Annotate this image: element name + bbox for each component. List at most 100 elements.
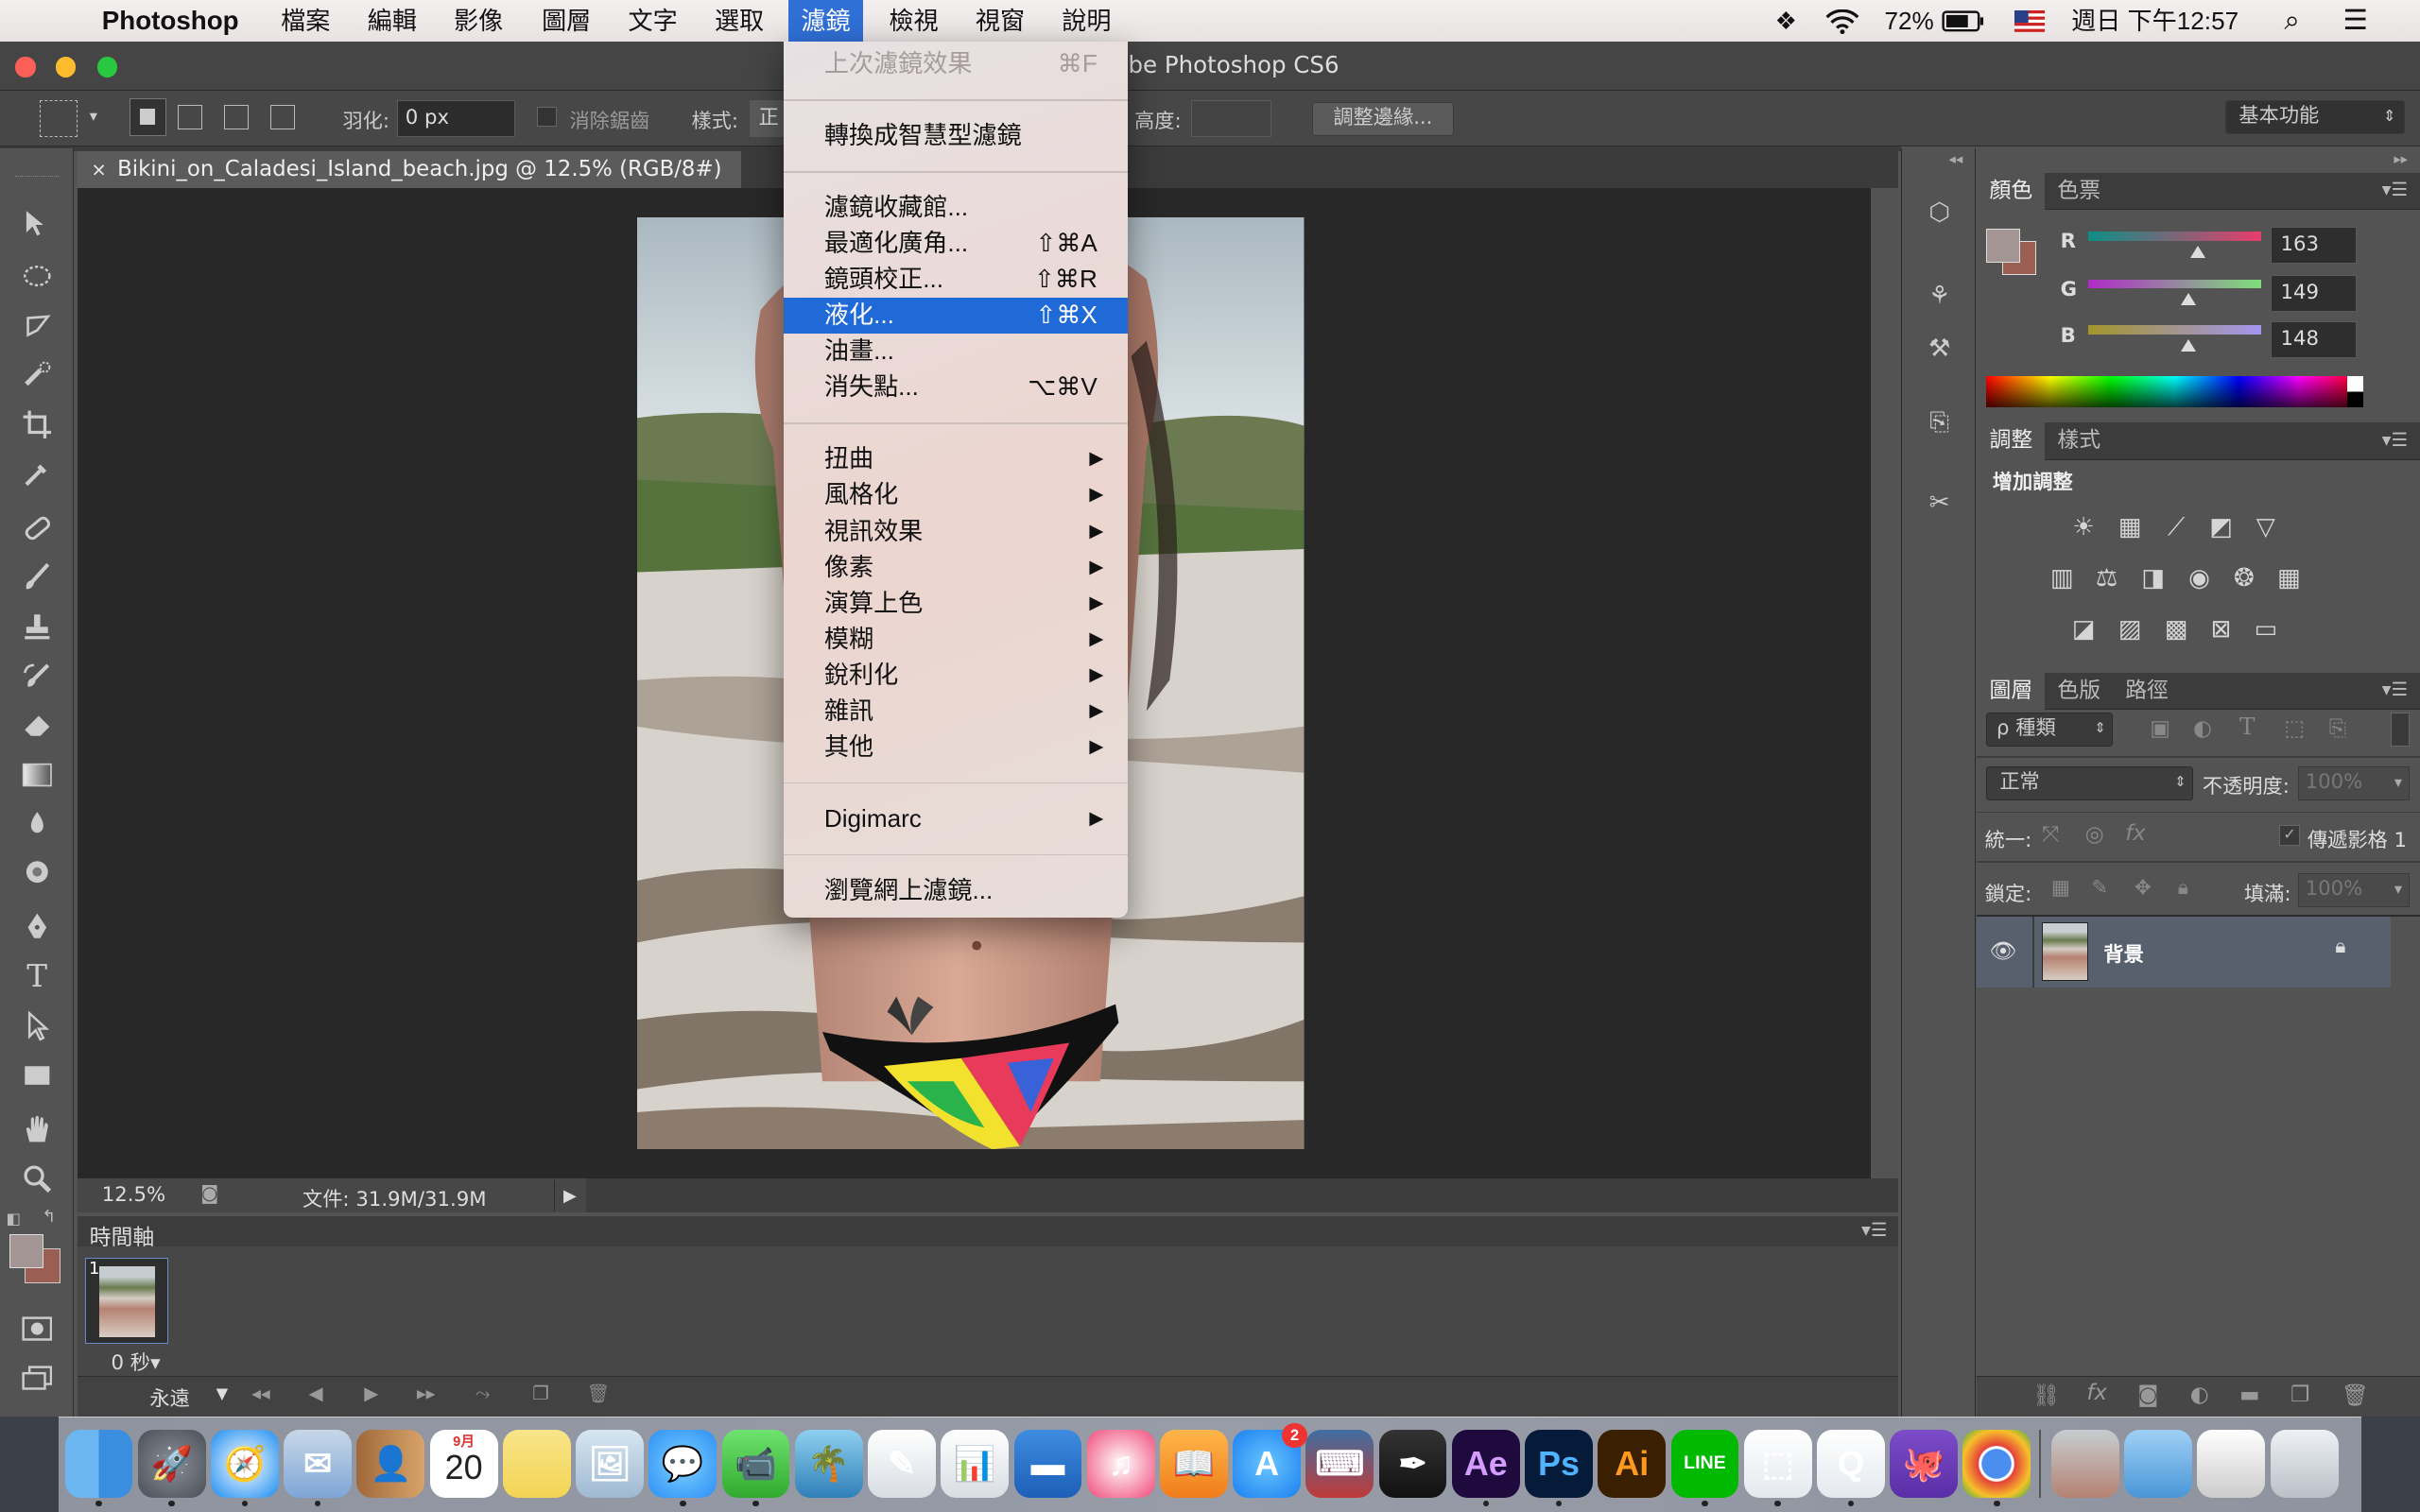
spotlight-icon[interactable]: ⌕ [2284, 5, 2299, 37]
layer-row-background[interactable]: 👁︎ 背景 🔒︎ [1977, 916, 2392, 988]
quick-app-icon[interactable]: Q [1817, 1429, 1885, 1498]
filter-menu-item[interactable]: 液化... ⇧⌘X [784, 298, 1129, 334]
menu-view[interactable]: 檢視 [889, 5, 938, 37]
panel-menu-icon[interactable]: ▾☰ [2382, 679, 2408, 700]
finder-icon[interactable] [64, 1429, 133, 1498]
collapse-dock-icon[interactable]: ◂◂ [1948, 151, 1962, 167]
menu-file[interactable]: 檔案 [281, 5, 330, 37]
illustrator-icon[interactable]: Ai [1598, 1429, 1667, 1498]
wifi-icon[interactable] [1825, 5, 1859, 42]
lock-image-icon[interactable]: ✎ [2091, 876, 2108, 900]
lock-all-icon[interactable]: 🔒︎ [2178, 876, 2188, 900]
menu-type[interactable]: 文字 [629, 5, 678, 37]
unify-position-icon[interactable]: ⤧ [2042, 822, 2059, 847]
horizontal-scrollbar[interactable] [586, 1178, 1899, 1213]
refine-edge-button[interactable]: 調整邊緣... [1311, 101, 1454, 136]
documents-stack-icon[interactable] [2197, 1429, 2266, 1498]
delete-frame-icon[interactable]: 🗑 [586, 1383, 610, 1404]
line-icon[interactable]: LINE [1670, 1429, 1739, 1498]
feather-input[interactable]: 0 px [396, 100, 516, 138]
pages-icon[interactable]: ✎ [868, 1429, 936, 1498]
launchpad-icon[interactable]: 🚀 [137, 1429, 206, 1498]
tab-styles[interactable]: 樣式 [2045, 422, 2113, 459]
timeline-frame[interactable]: 1 [84, 1257, 168, 1345]
layer-style-icon[interactable]: fx [2086, 1381, 2107, 1405]
previous-frame-icon[interactable]: ◀ [309, 1383, 323, 1404]
unify-style-icon[interactable]: fx [2125, 821, 2146, 846]
tab-color[interactable]: 顏色 [1977, 172, 2046, 211]
tab-adjustments[interactable]: 調整 [1977, 422, 2046, 460]
filter-menu-item[interactable]: 模糊 ▶ [784, 622, 1128, 658]
history-brush-icon[interactable] [15, 656, 59, 696]
ibooks-icon[interactable]: 📖 [1159, 1429, 1228, 1498]
applications-folder-icon[interactable] [2124, 1429, 2193, 1498]
zoom-level[interactable]: 12.5% [102, 1183, 165, 1207]
swap-colors-icon[interactable]: ↰ [42, 1207, 56, 1227]
brush-presets-icon[interactable]: ⚘ [1921, 278, 1958, 315]
eyedropper-icon[interactable] [15, 454, 59, 493]
filter-adjustment-icon[interactable]: ◐ [2193, 716, 2212, 741]
eraser-tool-icon[interactable] [15, 705, 59, 745]
g-value-input[interactable]: 149 [2270, 274, 2358, 312]
color-balance-icon[interactable]: ⚖ [2090, 564, 2124, 593]
notification-center-icon[interactable]: ☰ [2342, 5, 2367, 37]
fill-input[interactable]: 100% ▾ [2298, 873, 2410, 907]
g-slider-thumb[interactable] [2181, 293, 2196, 306]
status-menu-arrow-icon[interactable]: ▶ [554, 1180, 585, 1211]
add-mask-icon[interactable]: ◙ [2137, 1383, 2158, 1407]
app-menu[interactable]: Photoshop [102, 5, 239, 37]
expand-panels-icon[interactable]: ▸▸ [2394, 151, 2408, 167]
filter-menu-item[interactable]: 像素 ▶ [784, 550, 1128, 586]
b-value-input[interactable]: 148 [2270, 320, 2358, 358]
filter-menu-item[interactable]: 瀏覽網上濾鏡... [784, 873, 1128, 909]
posterize-icon[interactable]: ▨ [2113, 615, 2147, 644]
duplicate-frame-icon[interactable]: ❐ [532, 1383, 549, 1404]
filter-menu-item[interactable]: Digimarc ▶ [784, 801, 1128, 837]
brush-tool-icon[interactable] [15, 557, 59, 596]
filter-menu-item[interactable]: 其他 ▶ [784, 730, 1128, 765]
threshold-icon[interactable]: ▩ [2159, 615, 2193, 644]
workspace-select[interactable]: 基本功能 ⇕ [2225, 100, 2405, 135]
frame-delay[interactable]: 0 秒▾ [112, 1347, 161, 1376]
menu-window[interactable]: 視窗 [976, 5, 1025, 37]
layer-visibility-eye-icon[interactable]: 👁︎ [1990, 938, 2017, 964]
status-info-icon[interactable]: ◙ [200, 1182, 218, 1204]
lock-position-icon[interactable]: ✥ [2135, 876, 2152, 900]
dodge-tool-icon[interactable] [15, 853, 59, 893]
menu-help[interactable]: 說明 [1062, 5, 1111, 37]
invert-icon[interactable]: ◪ [2066, 615, 2100, 644]
link-layers-icon[interactable]: ⛓ [2032, 1383, 2060, 1408]
tool-presets-icon[interactable]: ⚒ [1921, 330, 1958, 367]
unify-visibility-icon[interactable]: ◎ [2085, 822, 2104, 847]
filter-menu-item[interactable]: 演算上色 ▶ [784, 586, 1128, 622]
clock[interactable]: 週日 下午12:57 [2071, 5, 2238, 37]
opacity-input[interactable]: 100% ▾ [2298, 766, 2410, 801]
channel-mixer-icon[interactable]: ❂ [2227, 564, 2261, 593]
filter-menu-item[interactable]: 鏡頭校正... ⇧⌘R [784, 262, 1128, 298]
levels-icon[interactable]: ▦ [2113, 513, 2147, 541]
propagate-checkbox[interactable]: ✓ [2279, 825, 2300, 846]
zoom-tool-icon[interactable] [15, 1159, 59, 1198]
filter-menu-item[interactable]: 油畫... [784, 334, 1128, 369]
inkscape-icon[interactable]: ✒ [1378, 1429, 1447, 1498]
new-adjustment-layer-icon[interactable]: ◐ [2190, 1383, 2209, 1407]
elliptical-marquee-icon[interactable] [15, 256, 59, 296]
height-input[interactable] [1191, 100, 1272, 138]
safari-icon[interactable]: 🧭 [211, 1429, 279, 1498]
appstore-icon[interactable]: A2 [1233, 1423, 1307, 1498]
path-selection-icon[interactable] [15, 1006, 59, 1046]
default-colors-icon[interactable]: ◧ [7, 1210, 21, 1228]
pen-tool-icon[interactable] [15, 907, 59, 947]
close-window-button[interactable] [15, 57, 36, 77]
b-slider[interactable] [2088, 325, 2261, 335]
play-icon[interactable]: ▶ [364, 1383, 378, 1404]
quick-mask-icon[interactable] [15, 1309, 59, 1349]
filter-menu-item[interactable]: 消失點... ⌥⌘V [784, 369, 1128, 405]
close-tab-icon[interactable]: × [91, 151, 106, 188]
tab-paths[interactable]: 路徑 [2113, 673, 2181, 710]
quick-selection-icon[interactable] [15, 355, 59, 395]
chrome-icon[interactable] [1962, 1429, 2031, 1498]
clone-source-icon[interactable]: ⎘ [1921, 404, 1958, 441]
filter-menu-item[interactable]: 雜訊 ▶ [784, 694, 1128, 730]
new-layer-icon[interactable]: ❐ [2290, 1383, 2309, 1407]
